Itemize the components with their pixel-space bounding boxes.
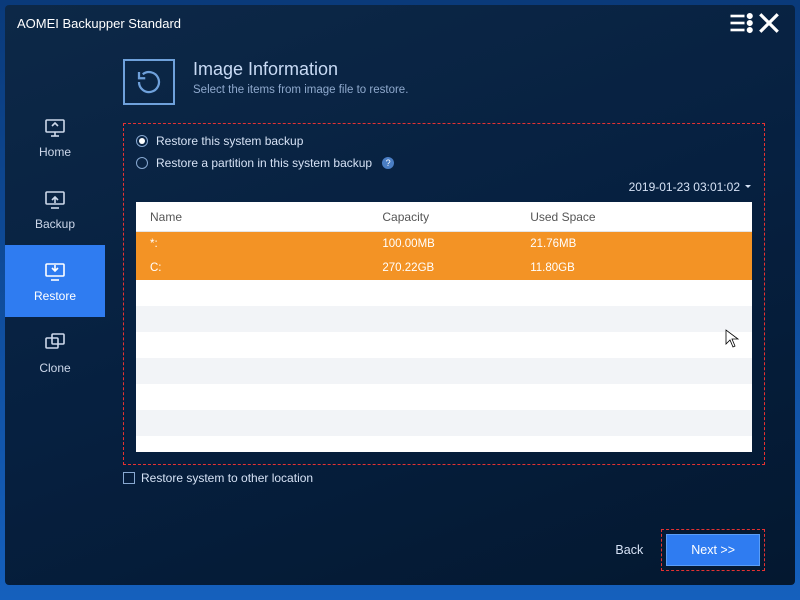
col-capacity: Capacity xyxy=(382,210,530,224)
cell-used: 21.76MB xyxy=(530,238,752,250)
radio-dot-icon xyxy=(136,157,148,169)
sidebar-item-label: Home xyxy=(39,145,71,159)
checkbox-icon xyxy=(123,472,135,484)
restore-options: Restore this system backup Restore a par… xyxy=(136,134,752,170)
cell-capacity: 270.22GB xyxy=(382,262,530,274)
next-button[interactable]: Next >> xyxy=(666,534,760,566)
sidebar-item-backup[interactable]: Backup xyxy=(5,173,105,245)
col-name: Name xyxy=(136,210,382,224)
backup-icon xyxy=(43,187,67,211)
restore-arrow-icon xyxy=(134,67,164,97)
app-title: AOMEI Backupper Standard xyxy=(17,16,727,31)
page-header: Image Information Select the items from … xyxy=(123,59,765,105)
sidebar-item-label: Clone xyxy=(39,361,70,375)
page-subtitle: Select the items from image file to rest… xyxy=(193,84,408,96)
app-window: AOMEI Backupper Standard Home Backup Res… xyxy=(5,5,795,585)
back-button[interactable]: Back xyxy=(615,543,643,557)
cell-capacity: 100.00MB xyxy=(382,238,530,250)
body: Home Backup Restore Clone Image In xyxy=(5,41,795,519)
sidebar-item-label: Restore xyxy=(34,289,76,303)
table-row[interactable]: *: 100.00MB 21.76MB xyxy=(136,232,752,256)
checkbox-row[interactable]: Restore system to other location xyxy=(123,471,765,485)
timestamp-value: 2019-01-23 03:01:02 xyxy=(629,180,740,194)
page-header-icon xyxy=(123,59,175,105)
table-header: Name Capacity Used Space xyxy=(136,202,752,232)
checkbox-label: Restore system to other location xyxy=(141,471,313,485)
sidebar-item-label: Backup xyxy=(35,217,75,231)
timestamp-row: 2019-01-23 03:01:02 xyxy=(136,180,752,194)
table-empty-rows xyxy=(136,280,752,452)
sidebar: Home Backup Restore Clone xyxy=(5,41,105,519)
cell-used: 11.80GB xyxy=(530,262,752,274)
clone-icon xyxy=(43,331,67,355)
highlighted-section: Restore this system backup Restore a par… xyxy=(123,123,765,465)
col-used: Used Space xyxy=(530,210,752,224)
close-icon[interactable] xyxy=(755,9,783,37)
page-header-text: Image Information Select the items from … xyxy=(193,59,408,105)
partition-table: Name Capacity Used Space *: 100.00MB 21.… xyxy=(136,202,752,452)
sidebar-item-restore[interactable]: Restore xyxy=(5,245,105,317)
sidebar-item-home[interactable]: Home xyxy=(5,101,105,173)
menu-icon[interactable] xyxy=(727,9,755,37)
radio-restore-partition[interactable]: Restore a partition in this system backu… xyxy=(136,156,752,170)
next-highlight: Next >> xyxy=(661,529,765,571)
monitor-icon xyxy=(43,115,67,139)
cell-name: C: xyxy=(136,262,382,274)
footer: Back Next >> xyxy=(5,519,795,585)
radio-label: Restore a partition in this system backu… xyxy=(156,156,372,170)
chevron-down-icon xyxy=(744,183,752,191)
main: Image Information Select the items from … xyxy=(105,41,795,519)
table-row[interactable]: C: 270.22GB 11.80GB xyxy=(136,256,752,280)
timestamp-dropdown[interactable]: 2019-01-23 03:01:02 xyxy=(629,180,752,194)
help-icon[interactable]: ? xyxy=(382,157,394,169)
page-title: Image Information xyxy=(193,59,408,80)
restore-icon xyxy=(43,259,67,283)
radio-label: Restore this system backup xyxy=(156,134,303,148)
radio-restore-system[interactable]: Restore this system backup xyxy=(136,134,752,148)
titlebar: AOMEI Backupper Standard xyxy=(5,5,795,41)
radio-dot-icon xyxy=(136,135,148,147)
cell-name: *: xyxy=(136,238,382,250)
sidebar-item-clone[interactable]: Clone xyxy=(5,317,105,389)
